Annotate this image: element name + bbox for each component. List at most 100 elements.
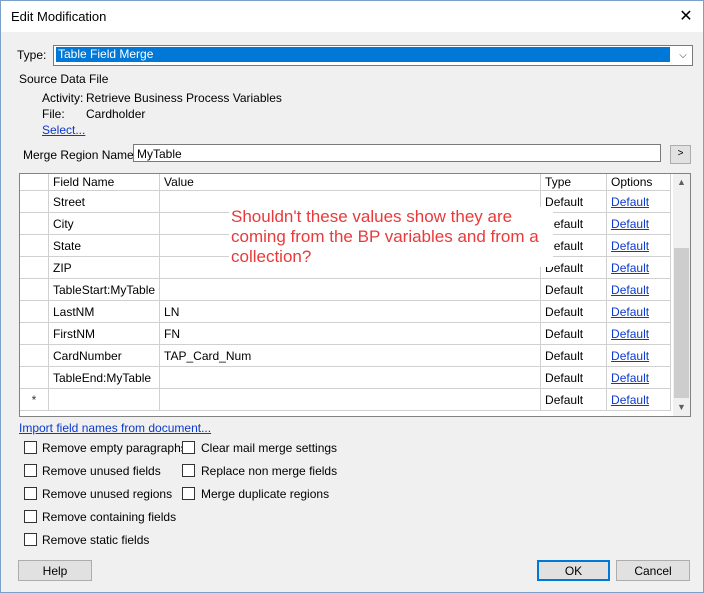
type-selected-value: Table Field Merge [56, 47, 670, 62]
table-row[interactable]: TableEnd:MyTable Default Default [20, 366, 672, 389]
field-name-cell[interactable]: ZIP [47, 256, 161, 279]
default-link[interactable]: Default [611, 239, 649, 253]
table-row[interactable]: TableStart:MyTable Default Default [20, 278, 672, 301]
scroll-down-icon[interactable]: ▼ [673, 399, 690, 416]
merge-region-input[interactable]: MyTable [133, 144, 661, 162]
row-header[interactable] [20, 344, 49, 367]
options-default-link[interactable]: Default [606, 366, 672, 389]
options-default-link[interactable]: Default [606, 344, 672, 367]
close-icon[interactable]: ✕ [669, 1, 703, 32]
field-name-cell[interactable]: TableEnd:MyTable [47, 366, 161, 389]
value-cell[interactable] [159, 278, 542, 301]
remove-unused-regions-label: Remove unused regions [42, 487, 173, 501]
type-cell[interactable]: Default [540, 366, 608, 389]
replace-non-merge-fields-checkbox[interactable] [182, 464, 195, 477]
table-row[interactable]: LastNM LN Default Default [20, 300, 672, 323]
type-select[interactable]: Table Field Merge ⌵ [53, 45, 693, 66]
row-header[interactable] [20, 278, 49, 301]
default-link[interactable]: Default [611, 327, 649, 341]
default-link[interactable]: Default [611, 371, 649, 385]
options-default-link[interactable]: Default [606, 322, 672, 345]
row-header[interactable] [20, 212, 49, 235]
row-header[interactable] [20, 234, 49, 257]
clear-mail-merge-settings-label: Clear mail merge settings [201, 441, 338, 455]
value-cell[interactable] [159, 388, 542, 411]
column-header-field-name[interactable]: Field Name [48, 174, 161, 191]
ok-button[interactable]: OK [537, 560, 610, 581]
remove-containing-fields-label: Remove containing fields [42, 510, 177, 524]
value-cell[interactable]: TAP_Card_Num [159, 344, 542, 367]
row-header[interactable] [20, 256, 49, 279]
clear-mail-merge-settings-checkbox[interactable] [182, 441, 195, 454]
row-header[interactable] [20, 190, 49, 213]
title-bar: Edit Modification ✕ [1, 1, 703, 32]
remove-empty-paragraphs-checkbox[interactable] [24, 441, 37, 454]
remove-containing-fields-checkbox[interactable] [24, 510, 37, 523]
value-cell[interactable]: FN [159, 322, 542, 345]
row-header-corner [20, 174, 49, 191]
options-default-link[interactable]: Default [606, 300, 672, 323]
column-header-value[interactable]: Value [159, 174, 542, 191]
options-default-link[interactable]: Default [606, 278, 672, 301]
default-link[interactable]: Default [611, 217, 649, 231]
remove-empty-paragraphs-label: Remove empty paragraphs [42, 441, 187, 455]
options-default-link[interactable]: Default [606, 388, 672, 411]
merge-duplicate-regions-label: Merge duplicate regions [201, 487, 330, 501]
table-row[interactable]: FirstNM FN Default Default [20, 322, 672, 345]
default-link[interactable]: Default [611, 393, 649, 407]
scroll-up-icon[interactable]: ▲ [673, 174, 690, 191]
type-cell[interactable]: Default [540, 278, 608, 301]
default-link[interactable]: Default [611, 195, 649, 209]
value-cell[interactable]: LN [159, 300, 542, 323]
table-row[interactable]: * Default Default [20, 388, 672, 411]
field-name-cell[interactable]: Street [47, 190, 161, 213]
chevron-down-icon[interactable]: ⌵ [674, 46, 692, 65]
activity-label: Activity: [42, 91, 84, 105]
value-cell[interactable] [159, 366, 542, 389]
options-default-link[interactable]: Default [606, 190, 672, 213]
default-link[interactable]: Default [611, 261, 649, 275]
field-name-cell[interactable]: TableStart:MyTable [47, 278, 161, 301]
import-field-names-link[interactable]: Import field names from document... [19, 421, 211, 435]
row-header[interactable] [20, 322, 49, 345]
options-default-link[interactable]: Default [606, 212, 672, 235]
default-link[interactable]: Default [611, 283, 649, 297]
scroll-thumb[interactable] [674, 248, 689, 398]
type-cell[interactable]: Default [540, 388, 608, 411]
remove-static-fields-checkbox[interactable] [24, 533, 37, 546]
help-button[interactable]: Help [18, 560, 92, 581]
column-header-type[interactable]: Type [540, 174, 608, 191]
merge-region-button[interactable]: > [670, 145, 691, 164]
field-name-cell[interactable]: FirstNM [47, 322, 161, 345]
merge-region-label: Merge Region Name: [23, 148, 138, 162]
table-row[interactable]: CardNumber TAP_Card_Num Default Default [20, 344, 672, 367]
merge-duplicate-regions-checkbox[interactable] [182, 487, 195, 500]
options-default-link[interactable]: Default [606, 234, 672, 257]
field-name-cell[interactable]: City [47, 212, 161, 235]
field-name-cell[interactable]: State [47, 234, 161, 257]
select-link[interactable]: Select... [42, 123, 85, 137]
column-header-options[interactable]: Options [606, 174, 672, 191]
source-heading: Source Data File [19, 72, 109, 86]
remove-unused-fields-checkbox[interactable] [24, 464, 37, 477]
remove-unused-regions-checkbox[interactable] [24, 487, 37, 500]
default-link[interactable]: Default [611, 349, 649, 363]
grid-header-row: Field Name Value Type Options [20, 174, 672, 191]
activity-value: Retrieve Business Process Variables [86, 91, 282, 105]
row-header[interactable] [20, 300, 49, 323]
grid-scrollbar[interactable]: ▲ ▼ [673, 174, 690, 416]
file-value: Cardholder [86, 107, 146, 121]
field-name-cell[interactable] [47, 388, 161, 411]
default-link[interactable]: Default [611, 305, 649, 319]
type-label: Type: [17, 48, 47, 62]
options-default-link[interactable]: Default [606, 256, 672, 279]
row-header[interactable]: * [20, 388, 49, 411]
type-cell[interactable]: Default [540, 300, 608, 323]
replace-non-merge-fields-label: Replace non merge fields [201, 464, 338, 478]
type-cell[interactable]: Default [540, 322, 608, 345]
type-cell[interactable]: Default [540, 344, 608, 367]
field-name-cell[interactable]: CardNumber [47, 344, 161, 367]
cancel-button[interactable]: Cancel [616, 560, 690, 581]
field-name-cell[interactable]: LastNM [47, 300, 161, 323]
row-header[interactable] [20, 366, 49, 389]
